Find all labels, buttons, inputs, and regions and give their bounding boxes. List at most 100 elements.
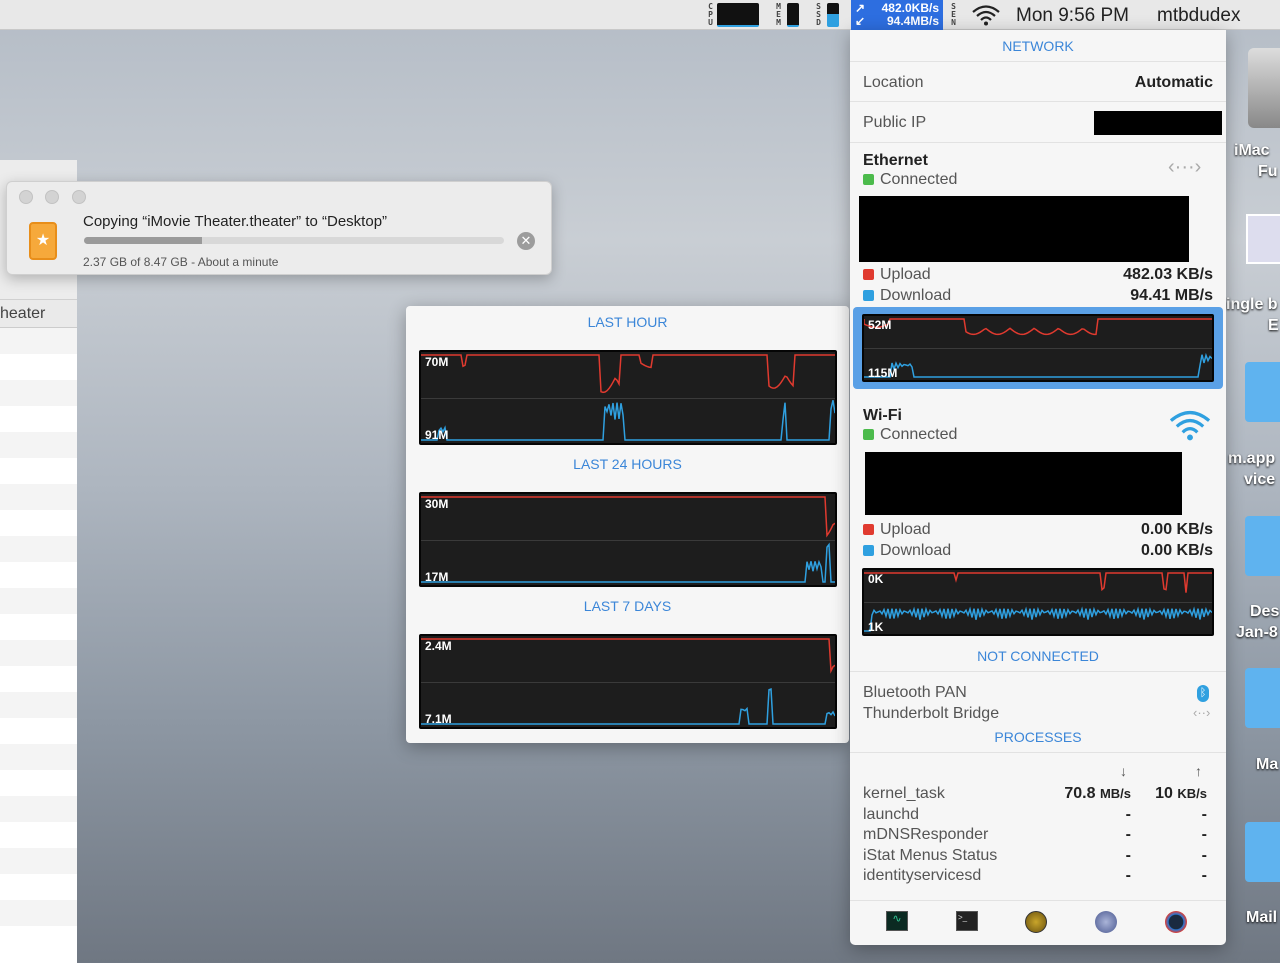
upload-color-icon (863, 269, 874, 280)
desktop-label[interactable]: E (1268, 317, 1279, 335)
ethernet-upload-value: 482.03 KB/s (1123, 266, 1213, 283)
desktop-label[interactable]: Jan-8 (1236, 624, 1278, 642)
download-line (421, 688, 835, 725)
user-menu[interactable]: mtbdudex (1157, 5, 1240, 27)
clock[interactable]: Mon 9:56 PM (1016, 5, 1129, 27)
download-sort-icon[interactable]: ↓ (1120, 763, 1127, 779)
thunderbolt-bridge-item[interactable]: Thunderbolt Bridge (863, 705, 999, 723)
public-ip-label: Public IP (863, 114, 927, 131)
ethernet-bridge-icon: ‹··› (1193, 705, 1211, 720)
zoom-window-button[interactable] (72, 190, 86, 204)
graph-top-label: 52M (868, 318, 892, 332)
close-window-button[interactable] (19, 190, 33, 204)
network-radar-icon[interactable] (1025, 911, 1047, 933)
download-line (864, 352, 1212, 378)
process-upload: - (1201, 867, 1207, 884)
folder-icon[interactable] (1245, 362, 1280, 422)
ssd-bar (827, 3, 839, 27)
ethernet-upload-label: Upload (863, 266, 931, 284)
upload-line (864, 318, 1212, 336)
wifi-details-redacted (865, 452, 1182, 515)
ethernet-download-label: Download (863, 287, 951, 305)
graph-bottom-label: 91M (425, 428, 449, 442)
graph-top-label: 30M (425, 497, 449, 511)
network-panel: NETWORK Location Automatic Public IP Ethe… (850, 30, 1226, 945)
hard-drive-icon[interactable] (1248, 48, 1280, 128)
sensors-menu[interactable]: SEN (950, 0, 957, 30)
network-title: NETWORK (1002, 38, 1074, 54)
wifi-download-value: 0.00 KB/s (1140, 542, 1213, 559)
upload-line (421, 496, 835, 538)
graph-bottom-label: 1K (868, 620, 884, 634)
ethernet-icon: ‹···› (1168, 156, 1202, 178)
graph-bottom-label: 115M (868, 366, 898, 380)
graph-bottom-label: 7.1M (425, 712, 452, 726)
cancel-copy-button[interactable]: ✕ (517, 232, 535, 250)
finder-list (0, 328, 77, 952)
folder-icon[interactable] (1245, 822, 1280, 882)
ssd-label: SSD (816, 2, 821, 27)
location-row[interactable]: Location Automatic (850, 61, 1226, 102)
process-upload: - (1201, 846, 1207, 864)
mem-label: MEM (776, 2, 781, 27)
upload-line (421, 638, 835, 674)
last-7-days-graph: 2.4M 7.1M (419, 634, 837, 729)
memory-menu[interactable]: MEM (775, 0, 799, 30)
copy-title: Copying “iMovie Theater.theater” to “Des… (83, 213, 388, 230)
wifi-title: Wi-Fi (863, 407, 902, 424)
folder-icon[interactable] (1245, 516, 1280, 576)
network-utility-icon[interactable] (1095, 911, 1117, 933)
minimize-window-button[interactable] (45, 190, 59, 204)
imovie-theater-file-icon: ★ (29, 222, 57, 260)
desktop-label[interactable]: Des (1250, 603, 1279, 621)
processes-title: PROCESSES (994, 729, 1082, 745)
process-name: launchd (863, 805, 920, 823)
activity-monitor-icon[interactable]: ∿ (886, 911, 908, 931)
copy-status: 2.37 GB of 8.47 GB - About a minute (83, 255, 279, 269)
upload-line (864, 572, 1212, 593)
file-thumbnail-icon[interactable] (1246, 214, 1280, 264)
desktop-label[interactable]: m.app (1228, 450, 1275, 468)
menubar-download-rate: 94.4MB/s (886, 14, 939, 28)
terminal-icon[interactable]: >_ (956, 911, 978, 931)
upload-sort-icon[interactable]: ↑ (1195, 763, 1202, 779)
wifi-graph[interactable]: 0K 1K (862, 568, 1214, 636)
wifi-upload-value: 0.00 KB/s (1140, 521, 1213, 538)
desktop-label[interactable]: Mail (1246, 909, 1277, 927)
download-line (864, 606, 1212, 632)
bluetooth-icon: ᛒ (1197, 685, 1209, 702)
public-ip-row: Public IP (850, 102, 1226, 143)
process-upload: - (1201, 805, 1207, 823)
ethernet-details-redacted (859, 196, 1189, 262)
finder-column-header[interactable]: heater (0, 300, 77, 328)
speed-test-icon[interactable] (1165, 911, 1187, 933)
ssd-menu[interactable]: SSD (815, 0, 839, 30)
process-download: - (1125, 846, 1131, 864)
memory-bar (787, 3, 799, 27)
process-upload: - (1201, 826, 1207, 843)
upload-line (421, 354, 835, 394)
section-title-last-7-days: LAST 7 DAYS (583, 598, 672, 614)
location-value: Automatic (1134, 74, 1213, 91)
folder-icon[interactable] (1245, 668, 1280, 728)
graph-bottom-label: 17M (425, 570, 449, 584)
download-color-icon (863, 545, 874, 556)
desktop-label[interactable]: Ma (1256, 756, 1278, 774)
network-menu[interactable]: ↗ 482.0KB/s ↙ 94.4MB/s (851, 0, 943, 30)
sen-label: SEN (951, 2, 956, 27)
wifi-menu-icon[interactable] (971, 0, 1001, 30)
cpu-menu[interactable]: CPU (707, 0, 759, 30)
wifi-upload-label: Upload (863, 521, 931, 539)
ethernet-status: Connected (863, 171, 957, 189)
network-history-popup: LAST HOUR 70M 91M LAST 24 HOURS 30M 17M … (406, 306, 849, 743)
desktop-label[interactable]: vice (1244, 471, 1275, 489)
desktop-label[interactable]: Fu (1258, 163, 1278, 181)
ethernet-graph: 52M 115M (862, 314, 1214, 382)
desktop-label[interactable]: ingle b (1226, 296, 1278, 314)
ethernet-download-value: 94.41 MB/s (1130, 287, 1213, 304)
desktop-label[interactable]: iMac (1234, 142, 1270, 160)
upload-color-icon (863, 524, 874, 535)
bluetooth-pan-item[interactable]: Bluetooth PAN (863, 684, 967, 702)
section-title-last-24-hours: LAST 24 HOURS (573, 456, 682, 472)
finder-window: heater (0, 160, 77, 963)
